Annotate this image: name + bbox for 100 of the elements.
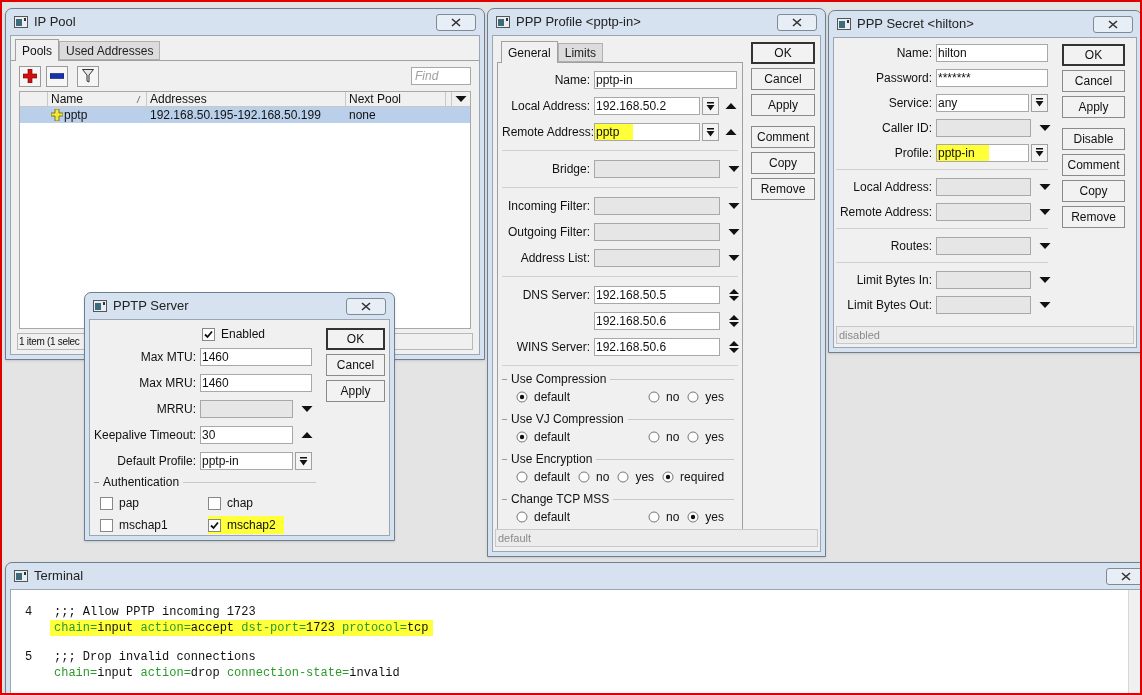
radio-button[interactable] <box>687 391 700 403</box>
dialog-button[interactable]: Cancel <box>1062 70 1125 92</box>
tab[interactable]: Limits <box>557 43 604 62</box>
close-button[interactable] <box>1106 567 1140 585</box>
down-triangle-icon[interactable] <box>1039 123 1051 132</box>
combo-field[interactable]: any <box>936 93 1029 112</box>
close-button[interactable] <box>777 13 817 31</box>
up-down-arrows-icon[interactable] <box>728 288 740 302</box>
dropdown-button[interactable] <box>702 97 719 115</box>
search-field[interactable]: Find <box>411 67 471 85</box>
combo-field[interactable]: 192.168.50.2 <box>594 97 700 115</box>
dialog-button[interactable]: Disable <box>1062 128 1125 150</box>
radio-button[interactable] <box>647 431 660 443</box>
dialog-button[interactable]: Comment <box>751 126 815 148</box>
up-triangle-icon[interactable] <box>725 102 737 110</box>
down-triangle-icon[interactable] <box>1039 241 1051 250</box>
column-header[interactable]: Addresses <box>150 92 207 106</box>
dialog-button[interactable]: Remove <box>1062 206 1125 228</box>
dialog-button[interactable]: OK <box>751 42 815 64</box>
sort-icon[interactable] <box>136 95 141 103</box>
input-field[interactable]: ******* <box>936 68 1048 87</box>
dropdown-field[interactable] <box>936 118 1031 137</box>
down-triangle-icon[interactable] <box>728 254 740 262</box>
dropdown-field[interactable] <box>936 295 1031 314</box>
checkbox[interactable] <box>100 518 113 532</box>
down-triangle-icon[interactable] <box>1039 182 1051 191</box>
radio-button[interactable] <box>617 471 630 483</box>
radio-button[interactable] <box>687 431 700 443</box>
combo-field[interactable]: pptp-in <box>200 452 293 470</box>
dropdown-button[interactable] <box>295 452 312 470</box>
tab[interactable]: General <box>501 41 558 63</box>
down-triangle-icon[interactable] <box>1039 275 1051 284</box>
radio-button[interactable] <box>516 391 528 403</box>
input-field[interactable]: 1460 <box>200 374 312 392</box>
up-down-arrows-icon[interactable] <box>728 340 740 354</box>
tab[interactable]: Pools <box>15 39 60 61</box>
dialog-button[interactable]: Apply <box>326 380 385 402</box>
dropdown-field[interactable] <box>936 177 1031 196</box>
radio-button[interactable] <box>687 511 700 523</box>
up-triangle-icon[interactable] <box>301 431 313 439</box>
radio-button[interactable] <box>662 471 675 483</box>
checkbox[interactable] <box>100 496 113 510</box>
down-triangle-icon[interactable] <box>301 405 313 413</box>
radio-button[interactable] <box>516 431 528 443</box>
input-field[interactable]: 1460 <box>200 348 312 366</box>
add-button[interactable] <box>19 65 41 87</box>
dropdown-button[interactable] <box>1031 93 1048 112</box>
dialog-button[interactable]: Remove <box>751 178 815 200</box>
tab[interactable]: Used Addresses <box>59 41 161 60</box>
close-button[interactable] <box>436 13 476 31</box>
input-field[interactable]: 192.168.50.6 <box>594 338 720 356</box>
table-row[interactable]: pptp 192.168.50.195-192.168.50.199 none <box>20 107 470 123</box>
column-header[interactable]: Name <box>51 92 83 106</box>
up-triangle-icon[interactable] <box>725 128 737 136</box>
column-header[interactable]: Next Pool <box>349 92 402 106</box>
dropdown-field[interactable] <box>936 202 1031 221</box>
dropdown-field[interactable] <box>594 160 720 178</box>
up-down-arrows-icon[interactable] <box>728 314 740 328</box>
scrollbar[interactable] <box>1128 590 1140 693</box>
radio-button[interactable] <box>516 471 528 483</box>
dropdown-button[interactable] <box>1031 143 1048 162</box>
filter-button[interactable] <box>77 65 99 87</box>
input-field[interactable]: pptp-in <box>594 71 737 89</box>
remove-button[interactable] <box>46 65 68 87</box>
dialog-button[interactable]: Copy <box>751 152 815 174</box>
down-triangle-icon[interactable] <box>728 165 740 173</box>
dialog-button[interactable]: Cancel <box>751 68 815 90</box>
dialog-button[interactable]: Comment <box>1062 154 1125 176</box>
down-triangle-icon[interactable] <box>1039 207 1051 216</box>
dropdown-field[interactable] <box>936 270 1031 289</box>
down-triangle-icon[interactable] <box>455 95 467 103</box>
dropdown-button[interactable] <box>702 123 719 141</box>
radio-button[interactable] <box>647 511 660 523</box>
dialog-button[interactable]: Apply <box>1062 96 1125 118</box>
combo-field[interactable]: pptp <box>594 123 700 141</box>
dialog-button[interactable]: OK <box>1062 44 1125 66</box>
checkbox[interactable] <box>202 327 215 341</box>
dropdown-field[interactable] <box>594 249 720 267</box>
down-triangle-icon[interactable] <box>1039 300 1051 309</box>
radio-button[interactable] <box>578 471 591 483</box>
down-triangle-icon[interactable] <box>728 228 740 236</box>
dropdown-field[interactable] <box>200 400 293 418</box>
input-field[interactable]: hilton <box>936 43 1048 62</box>
checkbox[interactable] <box>208 518 221 532</box>
dropdown-field[interactable] <box>594 223 720 241</box>
combo-field[interactable]: pptp-in <box>936 143 1029 162</box>
down-triangle-icon[interactable] <box>728 202 740 210</box>
input-field[interactable]: 30 <box>200 426 293 444</box>
dropdown-field[interactable] <box>936 236 1031 255</box>
dialog-button[interactable]: Copy <box>1062 180 1125 202</box>
close-button[interactable] <box>1093 15 1133 33</box>
dialog-button[interactable]: Apply <box>751 94 815 116</box>
input-field[interactable]: 192.168.50.6 <box>594 312 720 330</box>
radio-button[interactable] <box>647 391 660 403</box>
radio-button[interactable] <box>516 511 528 523</box>
close-button[interactable] <box>346 297 386 315</box>
dialog-button[interactable]: Cancel <box>326 354 385 376</box>
checkbox[interactable] <box>208 496 221 510</box>
dialog-button[interactable]: OK <box>326 328 385 350</box>
input-field[interactable]: 192.168.50.5 <box>594 286 720 304</box>
